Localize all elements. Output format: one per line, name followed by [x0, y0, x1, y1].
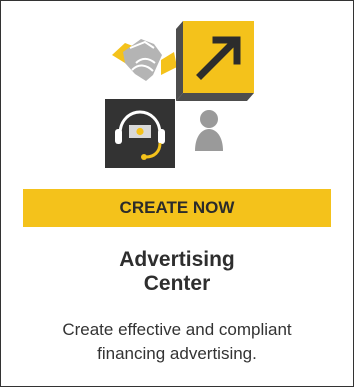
card-title: Advertising Center — [31, 248, 323, 296]
advertising-center-card[interactable]: CREATE NOW Advertising Center Create eff… — [0, 0, 354, 387]
handshake-icon — [112, 39, 177, 81]
card-description-line-2: financing advertising. — [97, 344, 257, 363]
headset-icon — [105, 99, 175, 168]
card-description: Create effective and compliant financing… — [29, 318, 325, 366]
arrow-up-right-icon — [176, 21, 254, 101]
card-title-line-2: Center — [143, 272, 211, 295]
advertising-illustration — [105, 21, 255, 169]
create-now-button[interactable]: CREATE NOW — [23, 189, 331, 227]
card-title-line-1: Advertising — [119, 248, 235, 271]
card-description-line-1: Create effective and compliant — [62, 320, 292, 339]
person-icon — [195, 110, 223, 151]
